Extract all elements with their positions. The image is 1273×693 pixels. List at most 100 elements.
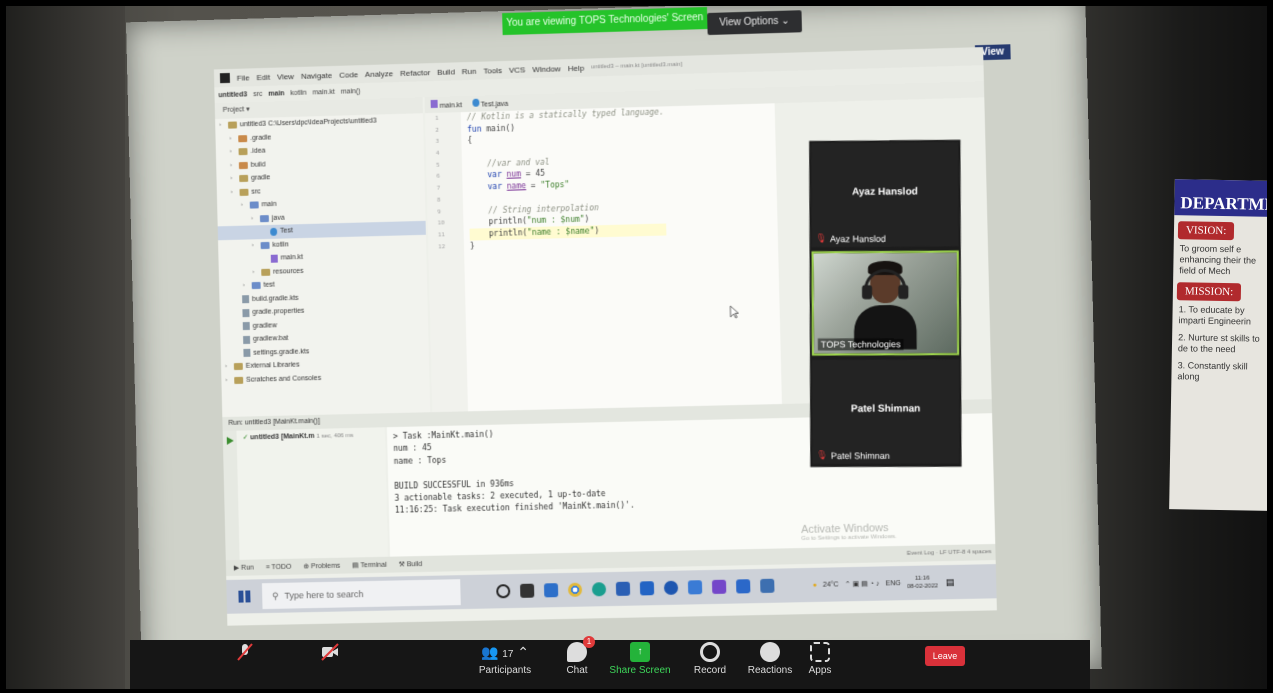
kotlin-file-icon <box>430 99 438 109</box>
store-icon[interactable] <box>615 581 631 596</box>
chevron-icon[interactable]: › <box>225 360 231 374</box>
search-placeholder: Type here to search <box>284 589 364 601</box>
windows-start-icon[interactable] <box>238 590 251 603</box>
line-number: 4 <box>435 149 440 157</box>
chevron-icon[interactable]: › <box>225 374 231 388</box>
leave-meeting-button[interactable]: Leave <box>925 646 965 666</box>
breadcrumb-src[interactable]: src <box>253 90 262 97</box>
menu-view[interactable]: View <box>277 72 294 81</box>
tab-main-kt[interactable]: main.kt <box>430 99 463 110</box>
chevron-icon[interactable]: › <box>252 266 258 280</box>
tool-tab-run[interactable]: ▶ Run <box>234 564 254 572</box>
tool-tab-build[interactable]: ⚒ Build <box>399 560 423 568</box>
participant-tile[interactable]: Patel Shimnan 🎙 Patel Shimnan <box>811 359 960 464</box>
chat-button[interactable]: 1 Chat <box>542 636 612 676</box>
menu-edit[interactable]: Edit <box>256 72 270 81</box>
menu-refactor[interactable]: Refactor <box>400 68 430 78</box>
frame-border <box>0 0 1273 6</box>
chevron-icon[interactable]: › <box>230 159 236 173</box>
file-explorer-icon[interactable] <box>639 581 655 596</box>
tool-tab-todo[interactable]: ≡ TODO <box>266 563 292 570</box>
stop-video-button[interactable] <box>295 642 365 665</box>
reactions-icon <box>760 642 780 662</box>
task-view-icon[interactable] <box>496 584 511 599</box>
chevron-icon[interactable]: › <box>230 172 236 186</box>
share-screen-button[interactable]: ↑ Share Screen <box>605 642 675 676</box>
menu-tools[interactable]: Tools <box>483 66 502 76</box>
menu-help[interactable]: Help <box>568 63 585 72</box>
participant-panel: Ayaz Hanslod 🎙 Ayaz Hanslod TOPS Technolo… <box>809 139 962 467</box>
run-tree: ✓ untitled3 [MainKt.m 1 sec, 406 ms <box>236 427 389 560</box>
weather-temp[interactable]: 24°C <box>823 581 839 588</box>
photos-icon[interactable] <box>760 578 775 594</box>
line-number: 8 <box>436 196 441 204</box>
mouse-cursor-icon <box>729 305 739 319</box>
menu-analyze[interactable]: Analyze <box>365 69 393 79</box>
menu-build[interactable]: Build <box>437 67 455 76</box>
chevron-icon[interactable]: › <box>251 212 257 226</box>
language-indicator[interactable]: ENG <box>885 580 900 587</box>
tool-tab-terminal[interactable]: ▤ Terminal <box>352 561 387 570</box>
participant-label: TOPS Technologies <box>817 338 904 351</box>
chevron-icon[interactable]: › <box>241 199 247 213</box>
notepad-icon[interactable] <box>687 580 703 595</box>
participant-name-large: Patel Shimnan <box>850 403 921 415</box>
participant-video-tile[interactable]: TOPS Technologies <box>811 250 960 356</box>
tray-icons[interactable]: ⌃ ▣ ▤ ◔ ♪ <box>845 580 880 589</box>
mute-button[interactable] <box>210 642 280 665</box>
edge-icon[interactable] <box>591 582 607 597</box>
menu-navigate[interactable]: Navigate <box>301 70 332 80</box>
code-editor[interactable]: 1 2 3 4 5 6 7 8 9 10 11 12 // Kotlin is a staticall… <box>424 103 782 413</box>
chevron-icon[interactable]: › <box>230 145 236 159</box>
menu-window[interactable]: Window <box>532 64 561 74</box>
chevron-icon[interactable]: › <box>229 132 235 146</box>
menu-vcs[interactable]: VCS <box>509 65 526 74</box>
share-screen-icon: ↑ <box>630 642 650 662</box>
run-config-item[interactable]: untitled3 [MainKt.m <box>250 433 314 441</box>
folder-icon <box>239 175 249 183</box>
tool-tab-problems[interactable]: ⊕ Problems <box>303 562 340 571</box>
tab-test-java[interactable]: Test.java <box>471 98 508 109</box>
tree-item-label: External Libraries <box>245 361 300 370</box>
breadcrumb-file[interactable]: main.kt <box>312 88 335 96</box>
widgets-icon[interactable] <box>520 583 535 598</box>
cortana-icon[interactable] <box>663 580 679 595</box>
chrome-icon[interactable] <box>567 582 583 597</box>
tree-item-label: resources <box>273 267 304 276</box>
taskbar-clock[interactable]: 11:16 08-02-2022 <box>907 574 938 591</box>
poster-vision-text: To groom self e enhancing their the fiel… <box>1179 243 1257 277</box>
view-options-button[interactable]: View Options ⌄ <box>707 10 802 36</box>
menu-run[interactable]: Run <box>462 66 477 75</box>
participant-tile[interactable]: Ayaz Hanslod 🎙 Ayaz Hanslod <box>811 141 959 248</box>
chevron-icon[interactable]: › <box>219 119 225 133</box>
breadcrumb-main[interactable]: main <box>268 90 284 97</box>
system-tray: ● 24°C ⌃ ▣ ▤ ◔ ♪ ENG <box>812 579 901 589</box>
poster-title: DEPARTMENT <box>1174 179 1273 217</box>
zoom-taskbar-icon[interactable] <box>736 579 751 594</box>
notification-icon[interactable]: ▤ <box>946 577 955 588</box>
breadcrumb-kotlin[interactable]: kotlin <box>290 89 306 96</box>
apps-button[interactable]: Apps <box>785 642 855 676</box>
breadcrumb-function[interactable]: main() <box>341 88 361 96</box>
chevron-icon[interactable]: › <box>231 186 237 200</box>
clock-date: 08-02-2022 <box>906 583 939 591</box>
chevron-icon[interactable]: › <box>243 279 249 293</box>
intellij-taskbar-icon[interactable] <box>711 579 727 594</box>
menu-code[interactable]: Code <box>339 70 358 80</box>
breadcrumb-project[interactable]: untitled3 <box>218 91 247 99</box>
rerun-icon[interactable] <box>226 436 234 445</box>
string-literal: "name : $name" <box>527 226 595 238</box>
project-tree: › untitled3 C:\Users\dpc\IdeaProjects\unt… <box>215 113 431 418</box>
line-number: 5 <box>436 161 440 169</box>
mail-icon[interactable] <box>543 583 559 598</box>
event-log-link[interactable]: Event Log <box>907 550 934 557</box>
menu-file[interactable]: File <box>237 73 250 82</box>
tree-item-label: src <box>251 187 261 196</box>
taskbar-search[interactable]: ⚲ Type here to search <box>261 579 461 610</box>
participants-button[interactable]: 👥 17 ⌃ Participants <box>470 642 540 676</box>
folder-icon <box>227 121 238 129</box>
folder-icon <box>234 376 244 384</box>
tab-label: main.kt <box>439 102 463 110</box>
participant-label: 🎙 Patel Shimnan <box>816 450 890 461</box>
chevron-icon[interactable]: › <box>252 239 258 253</box>
